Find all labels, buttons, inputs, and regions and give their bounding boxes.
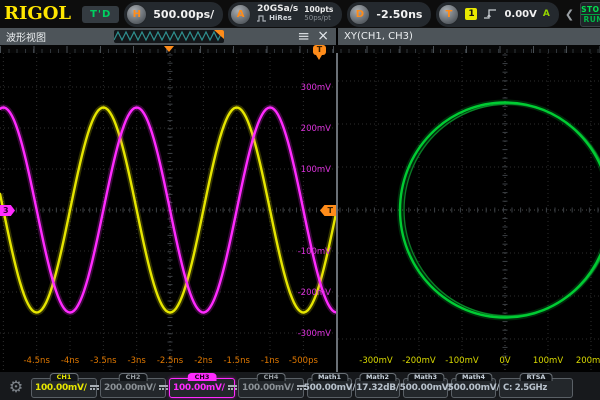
horizontal-position-ruler[interactable]: T [0, 45, 600, 53]
acquisition-knob-button[interactable]: A [230, 4, 251, 25]
math4-status-box[interactable]: Math4 500.00mV/ [451, 378, 496, 398]
svg-text:-3ns: -3ns [128, 356, 147, 366]
ch1-status-box[interactable]: CH1 100.00mV/ [31, 378, 97, 398]
trigger-sweep-mode: A [543, 9, 550, 19]
svg-text:-3.5ns: -3.5ns [90, 356, 117, 366]
math1-status-box[interactable]: Math1 500.00mV/ [307, 378, 352, 398]
waveform-preview-thumbnail[interactable] [114, 30, 224, 43]
svg-text:-2.5ns: -2.5ns [157, 356, 184, 366]
ch4-status-box[interactable]: CH4 100.00mV/ [238, 378, 304, 398]
svg-text:-100mV: -100mV [298, 247, 332, 257]
ch2-status-box[interactable]: CH2 200.00mV/ [100, 378, 166, 398]
svg-text:-300mV: -300mV [298, 329, 332, 339]
rtsa-status-box[interactable]: RTSA C: 2.5GHz [499, 378, 573, 398]
svg-text:-4ns: -4ns [61, 356, 80, 366]
waveform-view-title: 波形视图 [0, 29, 46, 44]
delay-position-marker[interactable] [164, 46, 174, 52]
trigger-source-badge[interactable]: 1 [465, 8, 477, 20]
rising-edge-icon [483, 8, 498, 20]
xy-view-header[interactable]: XY(CH1, CH3) [338, 28, 600, 45]
close-icon[interactable]: × [317, 28, 329, 45]
svg-text:200mV: 200mV [576, 356, 600, 366]
channel-status-bar: ⚙ CH1 100.00mV/ CH2 200.00mV/ CH3 100.00… [0, 372, 600, 400]
svg-text:-300mV: -300mV [359, 356, 393, 366]
sample-rate: 20GSa/s [257, 5, 298, 14]
horizontal-knob-button[interactable]: H [126, 4, 147, 25]
svg-text:-1ns: -1ns [261, 356, 280, 366]
memory-depth: 100pts [304, 5, 333, 14]
svg-text:-100mV: -100mV [445, 356, 479, 366]
acq-mode: HiRes [269, 14, 292, 23]
delay-value[interactable]: -2.50ns [376, 8, 422, 21]
plot-area: 300mV 200mV 100mV -100mV -200mV -300mV -4.5ns -… [0, 53, 600, 372]
svg-text:100mV: 100mV [533, 356, 564, 366]
svg-text:-500ps: -500ps [289, 356, 319, 366]
trigger-level-value[interactable]: 0.00V [504, 9, 536, 20]
dc-coupling-icon [228, 385, 237, 392]
svg-text:100mV: 100mV [301, 165, 332, 175]
dc-coupling-icon [90, 385, 99, 392]
ch3-status-box[interactable]: CH3 100.00mV/ [169, 378, 235, 398]
sample-resolution: 50ps/pt [304, 14, 333, 23]
svg-text:-1.5ns: -1.5ns [223, 356, 250, 366]
timebase-value[interactable]: 500.00ps/ [153, 8, 214, 21]
trigger-position-marker[interactable]: T [313, 45, 326, 55]
svg-text:-200mV: -200mV [402, 356, 436, 366]
waveform-view-panel[interactable]: 300mV 200mV 100mV -100mV -200mV -300mV -4.5ns -… [0, 53, 336, 372]
acquisition-group: A 20GSa/s HiRes 100pts 50ps/pt [228, 2, 342, 27]
horizontal-group: H 500.00ps/ [124, 2, 223, 27]
top-toolbar: RIGOL T'D H 500.00ps/ A 20GSa/s HiRes 10… [0, 0, 600, 28]
settings-gear-icon[interactable]: ⚙ [4, 376, 28, 398]
xy-view-title: XY(CH1, CH3) [338, 31, 413, 42]
math3-status-box[interactable]: Math3 500.00mV/ [403, 378, 448, 398]
menu-icon[interactable]: ≡ [297, 28, 310, 45]
panel-headers: 波形视图 ≡ × XY(CH1, CH3) [0, 28, 600, 45]
stop-run-button[interactable]: STOP RUN [580, 2, 600, 27]
svg-text:-2ns: -2ns [194, 356, 213, 366]
trigger-group: T 1 0.00V A [436, 2, 558, 27]
square-wave-icon [257, 15, 267, 22]
xy-view-panel[interactable]: -300mV -200mV -100mV 0V 100mV 200mV [338, 53, 600, 372]
svg-text:200mV: 200mV [301, 124, 332, 134]
svg-text:300mV: 300mV [301, 83, 332, 93]
trigger-knob-button[interactable]: T [438, 4, 459, 25]
oscilloscope-screen: RIGOL T'D H 500.00ps/ A 20GSa/s HiRes 10… [0, 0, 600, 400]
svg-text:-200mV: -200mV [298, 288, 332, 298]
svg-text:0V: 0V [499, 356, 510, 366]
rigol-logo: RIGOL [4, 1, 71, 27]
svg-text:-4.5ns: -4.5ns [23, 356, 50, 366]
dc-coupling-icon [159, 385, 168, 392]
waveform-plot[interactable]: 300mV 200mV 100mV -100mV -200mV -300mV -4.5ns -… [0, 53, 336, 372]
toolbar-collapse-chevron[interactable]: ❮ [565, 8, 574, 21]
math2-status-box[interactable]: Math2 17.32dB/ [355, 378, 400, 398]
delay-knob-button[interactable]: D [349, 4, 370, 25]
delay-group: D -2.50ns [347, 2, 431, 27]
waveform-view-header[interactable]: 波形视图 ≡ × [0, 28, 336, 45]
trigger-status-badge: T'D [82, 6, 119, 23]
xy-plot[interactable]: -300mV -200mV -100mV 0V 100mV 200mV [338, 53, 600, 372]
